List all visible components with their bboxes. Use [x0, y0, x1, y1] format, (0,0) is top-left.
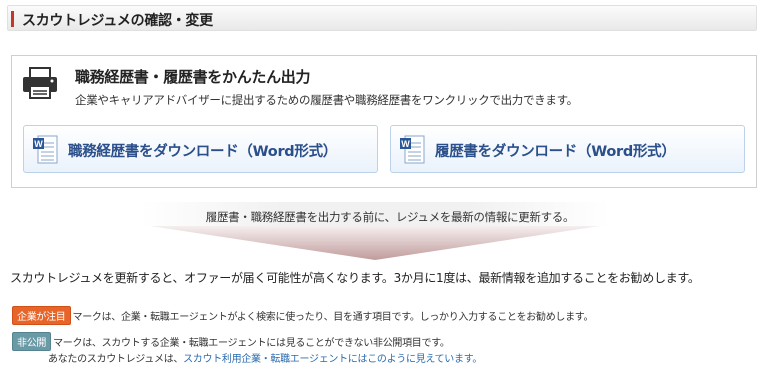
update-notice: 履歴書・職務経歴書を出力する前に、レジュメを最新の情報に更新する。 — [205, 210, 575, 224]
header-accent-bar — [11, 11, 14, 27]
resume-view-note: あなたのスカウトレジュメは、スカウト利用企業・転職エージェントにはこのように見え… — [48, 350, 482, 365]
word-document-icon: W — [400, 135, 425, 164]
private-badge: 非公開 — [12, 332, 52, 351]
download-career-history-label: 職務経歴書をダウンロード（Word形式） — [68, 144, 337, 160]
output-description: 企業やキャリアアドバイザーに提出するための履歴書や職務経歴書をワンクリックで出力… — [75, 93, 578, 107]
word-document-icon: W — [33, 135, 58, 164]
download-resume-button[interactable]: W 履歴書をダウンロード（Word形式） — [390, 125, 745, 173]
private-item-text: マークは、スカウトする企業・転職エージェントには見ることができない非公開項目です… — [53, 338, 450, 349]
update-recommendation-text: スカウトレジュメを更新すると、オファーが届く可能性が高くなります。3か月に1度は… — [10, 271, 700, 285]
page-title: スカウトレジュメの確認・変更 — [22, 13, 213, 29]
company-attention-text: マークは、企業・転職エージェントがよく検索に使ったり、目を通す項目です。しっかり… — [72, 312, 594, 323]
down-arrow-icon — [150, 226, 600, 260]
company-attention-note: 企業が注目 マークは、企業・転職エージェントがよく検索に使ったり、目を通す項目です… — [12, 306, 594, 325]
output-title: 職務経歴書・履歴書をかんたん出力 — [75, 68, 311, 86]
svg-text:W: W — [34, 139, 43, 149]
svg-text:W: W — [401, 139, 410, 149]
output-panel: 職務経歴書・履歴書をかんたん出力 企業やキャリアアドバイザーに提出するための履歴… — [11, 55, 757, 188]
resume-view-prefix: あなたのスカウトレジュメは、 — [48, 354, 184, 365]
private-item-note: 非公開 マークは、スカウトする企業・転職エージェントには見ることができない非公開項… — [12, 332, 450, 351]
download-career-history-button[interactable]: W 職務経歴書をダウンロード（Word形式） — [23, 125, 378, 173]
printer-icon — [23, 67, 57, 99]
section-header: スカウトレジュメの確認・変更 — [7, 5, 757, 31]
company-attention-badge: 企業が注目 — [12, 306, 71, 325]
company-view-link[interactable]: スカウト利用企業・転職エージェントにはこのように見えています。 — [183, 354, 482, 365]
download-resume-label: 履歴書をダウンロード（Word形式） — [435, 144, 676, 160]
